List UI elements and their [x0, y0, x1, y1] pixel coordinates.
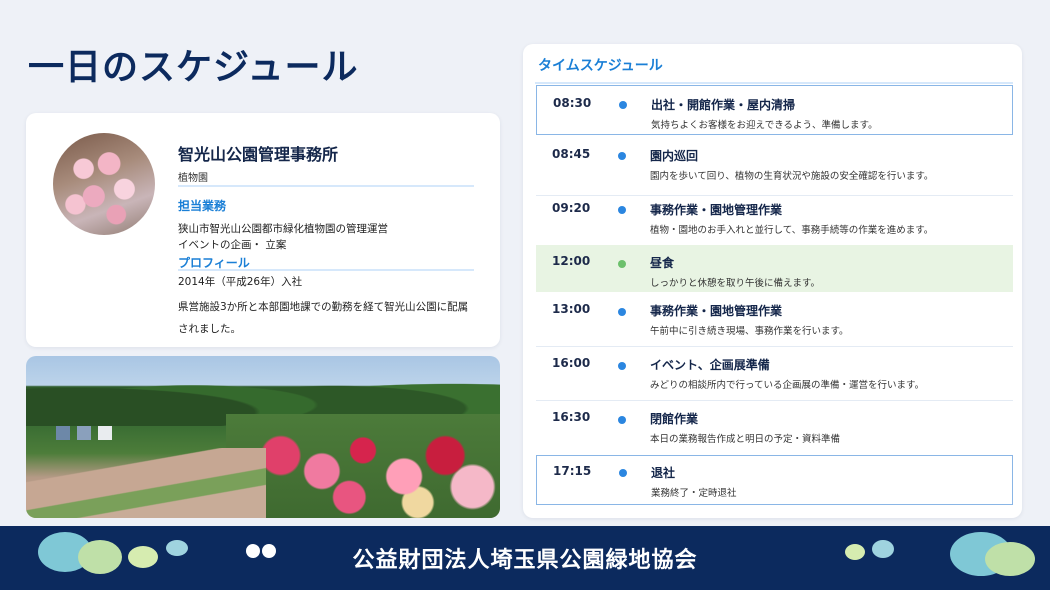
timeline-dot-icon: [618, 362, 626, 370]
footer-org-name: 公益財団法人埼玉県公園緑地協会: [352, 548, 698, 573]
timeline-dot-icon: [618, 152, 626, 160]
schedule-desc: しっかりと休憩を取り午後に備えます。: [650, 278, 821, 289]
schedule-title: 閉館作業: [650, 412, 699, 426]
joined-text: 2014年（平成26年）入社: [178, 276, 303, 288]
schedule-time: 16:00: [552, 356, 591, 370]
schedule-row: 08:45 園内巡回 園内を歩いて回り、植物の生育状況や施設の安全確認を行います…: [536, 139, 1013, 191]
photo-flowers: [226, 414, 500, 518]
schedule-desc: 園内を歩いて回り、植物の生育状況や施設の安全確認を行います。: [650, 171, 934, 182]
schedule-time: 17:15: [553, 464, 592, 478]
schedule-title: イベント、企画展準備: [650, 358, 770, 372]
footer-banner: 公益財団法人埼玉県公園緑地協会: [0, 526, 1050, 590]
schedule-time: 09:20: [552, 201, 591, 215]
timeline-dot-icon: [618, 260, 626, 268]
schedule-row: 16:00 イベント、企画展準備 みどりの相談所内で行っている企画展の準備・運営…: [536, 347, 1013, 399]
timeline-dot-icon: [619, 101, 627, 109]
bio-text: 県営施設3か所と本部園地課での勤務を経て智光山公園に配属されました。: [178, 301, 469, 335]
schedule-time: 08:45: [552, 147, 591, 161]
schedule-desc: 植物・園地のお手入れと並行して、事務手続等の作業を進めます。: [650, 225, 934, 236]
schedule-title: 事務作業・園地管理作業: [650, 304, 783, 318]
schedule-desc: みどりの相談所内で行っている企画展の準備・運営を行います。: [650, 380, 925, 391]
schedule-desc: 気持ちよくお客様をお迎えできるよう、準備します。: [651, 120, 878, 131]
schedule-desc: 業務終了・定時退社: [651, 488, 737, 499]
divider: [535, 82, 1013, 84]
schedule-time: 13:00: [552, 302, 591, 316]
schedule-row: 17:15 退社 業務終了・定時退社: [536, 455, 1013, 505]
schedule-time: 16:30: [552, 410, 591, 424]
profile-card: 智光山公園管理事務所 植物園 担当業務 狭山市智光山公園都市緑化植物園の管理運営…: [26, 113, 500, 347]
duty-item: イベントの企画・ 立案: [178, 239, 287, 251]
divider: [178, 269, 474, 271]
schedule-heading: タイムスケジュール: [538, 58, 663, 74]
duties-heading: 担当業務: [178, 199, 227, 213]
timeline-dot-icon: [618, 308, 626, 316]
schedule-title: 園内巡回: [650, 149, 699, 163]
divider: [178, 185, 474, 187]
schedule-desc: 午前中に引き続き現場、事務作業を行います。: [650, 326, 849, 337]
timeline-dot-icon: [619, 469, 627, 477]
org-subtitle: 植物園: [178, 173, 208, 184]
schedule-row: 09:20 事務作業・園地管理作業 植物・園地のお手入れと並行して、事務手続等の…: [536, 196, 1013, 246]
avatar: [53, 133, 155, 235]
schedule-row-lunch: 12:00 昼食 しっかりと休憩を取り午後に備えます。: [536, 245, 1013, 292]
schedule-title: 退社: [651, 466, 676, 480]
schedule-title: 出社・開館作業・屋内清掃: [651, 98, 796, 112]
org-name: 智光山公園管理事務所: [178, 145, 339, 164]
rose-garden-photo: [26, 356, 500, 518]
timeline-dot-icon: [618, 206, 626, 214]
schedule-desc: 本日の業務報告作成と明日の予定・資料準備: [650, 434, 841, 445]
schedule-row: 16:30 閉館作業 本日の業務報告作成と明日の予定・資料準備: [536, 401, 1013, 451]
page-title: 一日のスケジュール: [28, 47, 359, 88]
schedule-row: 08:30 出社・開館作業・屋内清掃 気持ちよくお客様をお迎えできるよう、準備し…: [536, 85, 1013, 135]
time-schedule-panel: タイムスケジュール 08:30 出社・開館作業・屋内清掃 気持ちよくお客様をお迎…: [523, 44, 1022, 518]
schedule-time: 12:00: [552, 254, 591, 268]
schedule-time: 08:30: [553, 96, 592, 110]
photo-cars: [56, 426, 126, 440]
schedule-title: 事務作業・園地管理作業: [650, 203, 783, 217]
timeline-dot-icon: [618, 416, 626, 424]
photo-path: [26, 448, 266, 518]
duty-item: 狭山市智光山公園都市緑化植物園の管理運営: [178, 223, 388, 235]
schedule-row: 13:00 事務作業・園地管理作業 午前中に引き続き現場、事務作業を行います。: [536, 294, 1013, 346]
schedule-title: 昼食: [650, 256, 675, 270]
